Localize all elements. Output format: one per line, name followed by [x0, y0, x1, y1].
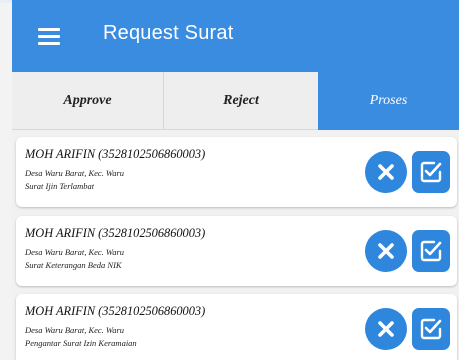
requester-address: Desa Waru Barat, Kec. Waru — [25, 168, 125, 178]
letter-type: Pengantar Surat Izin Keramaian — [25, 338, 137, 348]
approve-button[interactable] — [412, 308, 450, 350]
letter-type: Surat Ijin Terlambat — [25, 181, 95, 191]
check-square-icon — [420, 240, 442, 262]
request-card[interactable]: MOH ARIFIN (3528102506860003) Desa Waru … — [16, 294, 457, 360]
requester-address: Desa Waru Barat, Kec. Waru — [25, 325, 125, 335]
reject-button[interactable] — [365, 230, 407, 272]
reject-button[interactable] — [365, 151, 407, 193]
request-details: MOH ARIFIN (3528102506860003) Desa Waru … — [25, 225, 355, 270]
approve-button[interactable] — [412, 151, 450, 193]
close-circle-icon — [378, 164, 394, 180]
requester-name: MOH ARIFIN (3528102506860003) — [25, 225, 206, 240]
reject-button[interactable] — [365, 308, 407, 350]
check-square-icon — [420, 161, 442, 183]
request-surat-screen: Request Surat Approve Reject Proses MOH … — [0, 0, 459, 360]
requester-name: MOH ARIFIN (3528102506860003) — [25, 146, 206, 161]
request-details: MOH ARIFIN (3528102506860003) Desa Waru … — [25, 146, 355, 191]
close-circle-icon — [378, 243, 394, 259]
letter-type: Surat Keterangan Beda NIK — [25, 260, 122, 270]
app-title: Request Surat — [103, 22, 234, 44]
requester-address: Desa Waru Barat, Kec. Waru — [25, 247, 125, 257]
request-card[interactable]: MOH ARIFIN (3528102506860003) Desa Waru … — [16, 137, 457, 207]
check-square-icon — [420, 318, 442, 340]
approve-button[interactable] — [412, 230, 450, 272]
tab-reject[interactable]: Reject — [164, 72, 318, 130]
app-bar: Request Surat — [12, 0, 459, 72]
left-edge — [0, 0, 12, 360]
request-card[interactable]: MOH ARIFIN (3528102506860003) Desa Waru … — [16, 216, 457, 286]
tab-bar: Approve Reject Proses — [12, 72, 459, 130]
hamburger-menu-icon[interactable] — [38, 28, 60, 45]
close-circle-icon — [378, 321, 394, 337]
tab-approve[interactable]: Approve — [12, 72, 164, 130]
requester-name: MOH ARIFIN (3528102506860003) — [25, 303, 206, 318]
tab-proses[interactable]: Proses — [318, 72, 459, 130]
request-details: MOH ARIFIN (3528102506860003) Desa Waru … — [25, 303, 355, 348]
